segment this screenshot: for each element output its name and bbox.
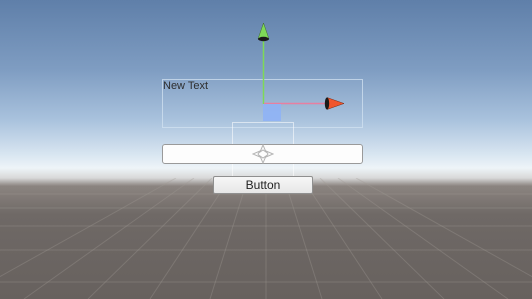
scene-view[interactable]: New Text Button xyxy=(0,0,532,299)
button[interactable]: Button xyxy=(213,176,313,194)
ground-grid xyxy=(0,178,532,299)
rect-transform-anchor-icon[interactable] xyxy=(252,144,274,164)
new-text-label[interactable]: New Text xyxy=(163,80,208,92)
move-gizmo-y-arrow-icon[interactable] xyxy=(257,22,270,42)
